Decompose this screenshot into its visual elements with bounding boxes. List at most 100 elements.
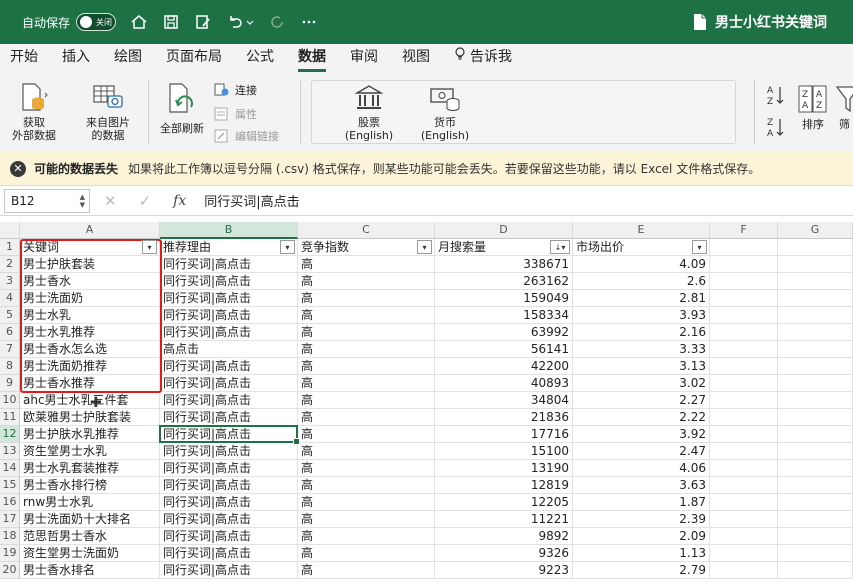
cell-keyword[interactable]: 男士护肤水乳推荐 (20, 426, 160, 443)
cell-g[interactable] (778, 528, 853, 545)
cell-competition[interactable]: 高 (298, 273, 435, 290)
row-header[interactable]: 5 (0, 307, 20, 324)
cell-f[interactable] (710, 562, 778, 579)
cell-reason[interactable]: 同行买词|高点击 (160, 392, 298, 409)
header-cell-keyword[interactable]: 关键词 (20, 239, 160, 256)
cell-g[interactable] (778, 443, 853, 460)
refresh-all-button[interactable]: 全部刷新 (154, 82, 210, 135)
cell-g[interactable] (778, 511, 853, 528)
cell-competition[interactable]: 高 (298, 307, 435, 324)
cell-f[interactable] (710, 273, 778, 290)
row-header[interactable]: 9 (0, 375, 20, 392)
get-external-data-button[interactable]: 获取 外部数据 (8, 82, 60, 142)
cell-keyword[interactable]: 男士香水排名 (20, 562, 160, 579)
cell-f[interactable] (710, 324, 778, 341)
row-header[interactable]: 19 (0, 545, 20, 562)
cell-market-bid[interactable]: 2.16 (573, 324, 710, 341)
cell-competition[interactable]: 高 (298, 443, 435, 460)
cell-monthly-search[interactable]: 9326 (435, 545, 573, 562)
cell-market-bid[interactable]: 2.27 (573, 392, 710, 409)
connections-button[interactable]: 连接 (214, 82, 257, 98)
row-header[interactable]: 13 (0, 443, 20, 460)
sort-button[interactable]: ZAAZ 排序 (796, 84, 830, 131)
data-from-picture-button[interactable]: 来自图片 的数据 (80, 82, 136, 142)
cell-competition[interactable]: 高 (298, 545, 435, 562)
cell-reason[interactable]: 同行买词|高点击 (160, 562, 298, 579)
cell-keyword[interactable]: 男士洗面奶十大排名 (20, 511, 160, 528)
cell-market-bid[interactable]: 3.63 (573, 477, 710, 494)
cell-market-bid[interactable]: 2.39 (573, 511, 710, 528)
cell-g[interactable] (778, 477, 853, 494)
row-header[interactable]: 14 (0, 460, 20, 477)
cell-market-bid[interactable]: 3.33 (573, 341, 710, 358)
tab-page-layout[interactable]: 页面布局 (166, 44, 222, 72)
cell-f[interactable] (710, 511, 778, 528)
filter-dropdown-icon[interactable]: ▾ (280, 240, 295, 254)
column-header-g[interactable]: G (778, 222, 853, 239)
cell-keyword[interactable]: 男士洗面奶 (20, 290, 160, 307)
formula-input[interactable]: 同行买词|高点击 (204, 191, 299, 210)
cell-monthly-search[interactable]: 159049 (435, 290, 573, 307)
name-box[interactable]: B12 ▲ ▼ (4, 188, 90, 213)
row-header[interactable]: 1 (0, 239, 20, 256)
cell-keyword[interactable]: 范思哲男士香水 (20, 528, 160, 545)
cell-reason[interactable]: 同行买词|高点击 (160, 375, 298, 392)
cell-f[interactable] (710, 290, 778, 307)
cell-competition[interactable]: 高 (298, 324, 435, 341)
column-header-a[interactable]: A (20, 222, 160, 239)
cell-keyword[interactable]: 资生堂男士水乳 (20, 443, 160, 460)
cell-competition[interactable]: 高 (298, 528, 435, 545)
sort-ascending-button[interactable]: AZ (766, 84, 791, 106)
cell-reason[interactable]: 同行买词|高点击 (160, 545, 298, 562)
cell-monthly-search[interactable]: 34804 (435, 392, 573, 409)
cell-reason[interactable]: 高点击 (160, 341, 298, 358)
tab-draw[interactable]: 绘图 (114, 44, 142, 72)
cell-g[interactable] (778, 545, 853, 562)
cell-competition[interactable]: 高 (298, 511, 435, 528)
cell-reason[interactable]: 同行买词|高点击 (160, 460, 298, 477)
home-icon[interactable] (130, 13, 148, 31)
undo-icon[interactable] (226, 13, 244, 31)
edit-links-button[interactable]: 编辑链接 (214, 128, 279, 144)
row-header[interactable]: 4 (0, 290, 20, 307)
row-header[interactable]: 6 (0, 324, 20, 341)
cell-competition[interactable]: 高 (298, 256, 435, 273)
cell-monthly-search[interactable]: 13190 (435, 460, 573, 477)
cell-g[interactable] (778, 273, 853, 290)
cell-f[interactable] (710, 392, 778, 409)
row-header[interactable]: 2 (0, 256, 20, 273)
header-cell-competition[interactable]: 竞争指数 (298, 239, 435, 256)
cell-competition[interactable]: 高 (298, 409, 435, 426)
cell-keyword[interactable]: 男士洗面奶推荐 (20, 358, 160, 375)
cancel-entry-icon[interactable]: ✕ (104, 192, 117, 210)
filter-dropdown-icon[interactable]: ↓▾ (550, 240, 570, 254)
cell-g[interactable] (778, 375, 853, 392)
cell-f[interactable] (710, 545, 778, 562)
cell-keyword[interactable]: 男士护肤套装 (20, 256, 160, 273)
cell-monthly-search[interactable]: 158334 (435, 307, 573, 324)
cell-keyword[interactable]: 欧莱雅男士护肤套装 (20, 409, 160, 426)
cell-monthly-search[interactable]: 15100 (435, 443, 573, 460)
cell-g[interactable] (778, 409, 853, 426)
cell-f[interactable] (710, 307, 778, 324)
cell-monthly-search[interactable]: 63992 (435, 324, 573, 341)
cell-reason[interactable]: 同行买词|高点击 (160, 324, 298, 341)
cell-reason[interactable]: 同行买词|高点击 (160, 256, 298, 273)
cell-keyword[interactable]: 男士水乳 (20, 307, 160, 324)
row-header[interactable]: 15 (0, 477, 20, 494)
undo-dropdown-icon[interactable] (246, 13, 254, 31)
filter-button[interactable]: 筛 (836, 84, 853, 131)
row-header[interactable]: 16 (0, 494, 20, 511)
column-header-f[interactable]: F (710, 222, 778, 239)
cell-f[interactable] (710, 443, 778, 460)
cell-monthly-search[interactable]: 21836 (435, 409, 573, 426)
autosave-toggle[interactable]: 关闭 (76, 13, 117, 31)
cell-keyword[interactable]: 男士水乳推荐 (20, 324, 160, 341)
cell-f[interactable] (710, 341, 778, 358)
cell-reason[interactable]: 同行买词|高点击 (160, 511, 298, 528)
cell-keyword[interactable]: rnw男士水乳 (20, 494, 160, 511)
save-icon[interactable] (162, 13, 180, 31)
tab-formulas[interactable]: 公式 (246, 44, 274, 72)
cell-g[interactable] (778, 426, 853, 443)
column-header-b[interactable]: B (160, 222, 298, 239)
